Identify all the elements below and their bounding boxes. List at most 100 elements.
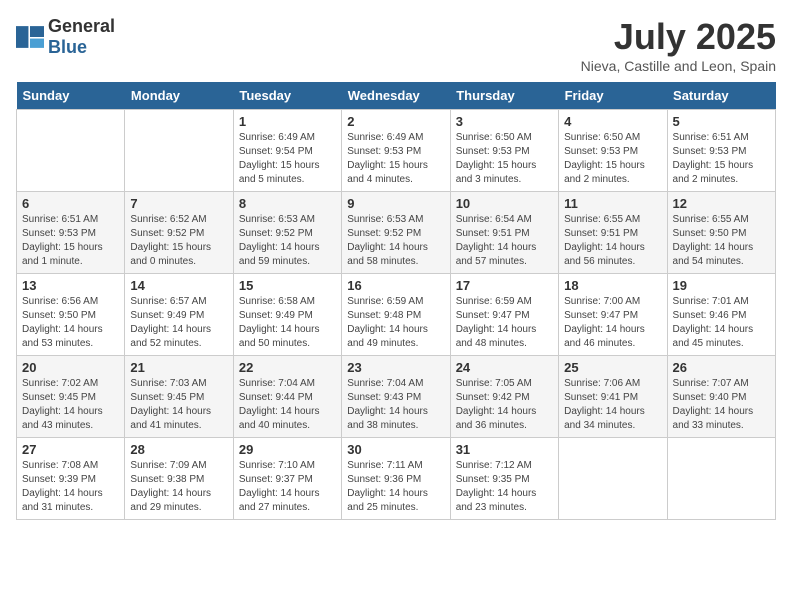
table-row: 19Sunrise: 7:01 AMSunset: 9:46 PMDayligh… xyxy=(667,274,775,356)
calendar-week-row: 13 Sunrise: 6:56 AMSunset: 9:50 PMDayligh… xyxy=(17,274,776,356)
day-info: Sunrise: 7:00 AMSunset: 9:47 PMDaylight:… xyxy=(564,295,661,351)
table-row: 18 Sunrise: 7:00 AMSunset: 9:47 PMDayligh… xyxy=(559,274,667,356)
col-sunday: Sunday xyxy=(17,82,125,110)
calendar-week-row: 27 Sunrise: 7:08 AMSunset: 9:39 PMDayligh… xyxy=(17,438,776,520)
table-row xyxy=(125,110,233,192)
day-number: 24 xyxy=(456,360,553,375)
day-info: Sunrise: 6:53 AMSunset: 9:52 PMDaylight:… xyxy=(239,213,336,269)
day-number: 15 xyxy=(239,278,336,293)
location-title: Nieva, Castille and Leon, Spain xyxy=(581,58,776,74)
table-row: 9Sunrise: 6:53 AMSunset: 9:52 PMDaylight… xyxy=(342,192,450,274)
day-info: Sunrise: 6:58 AMSunset: 9:49 PMDaylight:… xyxy=(239,295,336,351)
day-info: Sunrise: 7:06 AMSunset: 9:41 PMDaylight:… xyxy=(564,377,661,433)
day-info: Sunrise: 7:01 AMSunset: 9:46 PMDaylight:… xyxy=(673,295,770,351)
day-info: Sunrise: 7:09 AMSunset: 9:38 PMDaylight:… xyxy=(130,459,227,515)
table-row: 8 Sunrise: 6:53 AMSunset: 9:52 PMDaylight… xyxy=(233,192,341,274)
day-info: Sunrise: 6:50 AMSunset: 9:53 PMDaylight:… xyxy=(564,131,661,187)
table-row: 15 Sunrise: 6:58 AMSunset: 9:49 PMDayligh… xyxy=(233,274,341,356)
day-info: Sunrise: 7:05 AMSunset: 9:42 PMDaylight:… xyxy=(456,377,553,433)
day-number: 21 xyxy=(130,360,227,375)
day-number: 6 xyxy=(22,196,119,211)
table-row: 26Sunrise: 7:07 AMSunset: 9:40 PMDayligh… xyxy=(667,356,775,438)
day-number: 9 xyxy=(347,196,444,211)
table-row: 24 Sunrise: 7:05 AMSunset: 9:42 PMDayligh… xyxy=(450,356,558,438)
table-row: 4Sunrise: 6:50 AMSunset: 9:53 PMDaylight… xyxy=(559,110,667,192)
generalblue-logo-icon xyxy=(16,26,44,48)
day-number: 29 xyxy=(239,442,336,457)
day-info: Sunrise: 7:04 AMSunset: 9:43 PMDaylight:… xyxy=(347,377,444,433)
month-title: July 2025 xyxy=(581,16,776,58)
day-number: 28 xyxy=(130,442,227,457)
col-tuesday: Tuesday xyxy=(233,82,341,110)
day-number: 26 xyxy=(673,360,770,375)
day-number: 20 xyxy=(22,360,119,375)
day-number: 22 xyxy=(239,360,336,375)
day-number: 13 xyxy=(22,278,119,293)
day-number: 18 xyxy=(564,278,661,293)
table-row xyxy=(17,110,125,192)
logo-text: General Blue xyxy=(48,16,115,58)
table-row: 11 Sunrise: 6:55 AMSunset: 9:51 PMDayligh… xyxy=(559,192,667,274)
table-row: 31 Sunrise: 7:12 AMSunset: 9:35 PMDayligh… xyxy=(450,438,558,520)
table-row: 3 Sunrise: 6:50 AMSunset: 9:53 PMDaylight… xyxy=(450,110,558,192)
col-wednesday: Wednesday xyxy=(342,82,450,110)
day-number: 7 xyxy=(130,196,227,211)
table-row: 1 Sunrise: 6:49 AMSunset: 9:54 PMDaylight… xyxy=(233,110,341,192)
calendar-week-row: 20Sunrise: 7:02 AMSunset: 9:45 PMDayligh… xyxy=(17,356,776,438)
day-info: Sunrise: 6:50 AMSunset: 9:53 PMDaylight:… xyxy=(456,131,553,187)
day-info: Sunrise: 6:52 AMSunset: 9:52 PMDaylight:… xyxy=(130,213,227,269)
day-number: 10 xyxy=(456,196,553,211)
day-number: 11 xyxy=(564,196,661,211)
calendar-week-row: 6 Sunrise: 6:51 AMSunset: 9:53 PMDaylight… xyxy=(17,192,776,274)
table-row: 25 Sunrise: 7:06 AMSunset: 9:41 PMDayligh… xyxy=(559,356,667,438)
day-info: Sunrise: 7:11 AMSunset: 9:36 PMDaylight:… xyxy=(347,459,444,515)
day-number: 30 xyxy=(347,442,444,457)
title-area: July 2025 Nieva, Castille and Leon, Spai… xyxy=(581,16,776,74)
day-info: Sunrise: 6:55 AMSunset: 9:51 PMDaylight:… xyxy=(564,213,661,269)
logo-general: General xyxy=(48,16,115,36)
day-number: 14 xyxy=(130,278,227,293)
day-info: Sunrise: 6:56 AMSunset: 9:50 PMDaylight:… xyxy=(22,295,119,351)
table-row: 14Sunrise: 6:57 AMSunset: 9:49 PMDayligh… xyxy=(125,274,233,356)
table-row: 21 Sunrise: 7:03 AMSunset: 9:45 PMDayligh… xyxy=(125,356,233,438)
calendar-table: Sunday Monday Tuesday Wednesday Thursday… xyxy=(16,82,776,520)
day-number: 25 xyxy=(564,360,661,375)
calendar-week-row: 1 Sunrise: 6:49 AMSunset: 9:54 PMDaylight… xyxy=(17,110,776,192)
day-info: Sunrise: 7:03 AMSunset: 9:45 PMDaylight:… xyxy=(130,377,227,433)
day-info: Sunrise: 6:49 AMSunset: 9:53 PMDaylight:… xyxy=(347,131,444,187)
logo: General Blue xyxy=(16,16,115,58)
day-number: 31 xyxy=(456,442,553,457)
day-info: Sunrise: 6:51 AMSunset: 9:53 PMDaylight:… xyxy=(22,213,119,269)
table-row: 10Sunrise: 6:54 AMSunset: 9:51 PMDayligh… xyxy=(450,192,558,274)
table-row xyxy=(559,438,667,520)
day-info: Sunrise: 6:51 AMSunset: 9:53 PMDaylight:… xyxy=(673,131,770,187)
day-info: Sunrise: 7:12 AMSunset: 9:35 PMDaylight:… xyxy=(456,459,553,515)
table-row: 30 Sunrise: 7:11 AMSunset: 9:36 PMDayligh… xyxy=(342,438,450,520)
day-info: Sunrise: 6:59 AMSunset: 9:48 PMDaylight:… xyxy=(347,295,444,351)
table-row: 28 Sunrise: 7:09 AMSunset: 9:38 PMDayligh… xyxy=(125,438,233,520)
day-number: 1 xyxy=(239,114,336,129)
table-row: 13 Sunrise: 6:56 AMSunset: 9:50 PMDayligh… xyxy=(17,274,125,356)
day-number: 8 xyxy=(239,196,336,211)
day-number: 5 xyxy=(673,114,770,129)
table-row: 17Sunrise: 6:59 AMSunset: 9:47 PMDayligh… xyxy=(450,274,558,356)
table-row: 5 Sunrise: 6:51 AMSunset: 9:53 PMDaylight… xyxy=(667,110,775,192)
table-row: 23Sunrise: 7:04 AMSunset: 9:43 PMDayligh… xyxy=(342,356,450,438)
calendar-header-row: Sunday Monday Tuesday Wednesday Thursday… xyxy=(17,82,776,110)
table-row: 2 Sunrise: 6:49 AMSunset: 9:53 PMDaylight… xyxy=(342,110,450,192)
col-friday: Friday xyxy=(559,82,667,110)
day-number: 17 xyxy=(456,278,553,293)
table-row: 22Sunrise: 7:04 AMSunset: 9:44 PMDayligh… xyxy=(233,356,341,438)
day-number: 16 xyxy=(347,278,444,293)
day-info: Sunrise: 7:08 AMSunset: 9:39 PMDaylight:… xyxy=(22,459,119,515)
table-row: 7 Sunrise: 6:52 AMSunset: 9:52 PMDaylight… xyxy=(125,192,233,274)
day-info: Sunrise: 6:55 AMSunset: 9:50 PMDaylight:… xyxy=(673,213,770,269)
day-number: 2 xyxy=(347,114,444,129)
table-row: 16 Sunrise: 6:59 AMSunset: 9:48 PMDayligh… xyxy=(342,274,450,356)
day-info: Sunrise: 7:10 AMSunset: 9:37 PMDaylight:… xyxy=(239,459,336,515)
col-monday: Monday xyxy=(125,82,233,110)
day-number: 3 xyxy=(456,114,553,129)
table-row: 20Sunrise: 7:02 AMSunset: 9:45 PMDayligh… xyxy=(17,356,125,438)
day-number: 27 xyxy=(22,442,119,457)
day-info: Sunrise: 6:49 AMSunset: 9:54 PMDaylight:… xyxy=(239,131,336,187)
